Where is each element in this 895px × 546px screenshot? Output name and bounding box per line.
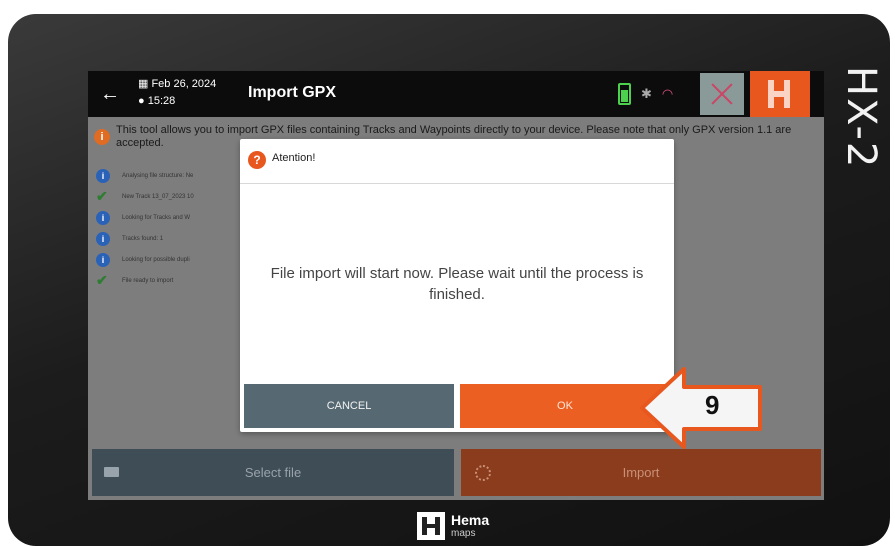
time-text: 15:28 [147, 95, 176, 107]
brand-sub: maps [451, 528, 476, 539]
annotation-arrow-icon [640, 367, 762, 449]
info-icon: i [96, 168, 110, 183]
dialog-message: File import will start now. Please wait … [270, 265, 644, 303]
gps-button[interactable] [700, 73, 744, 115]
log-item: i Looking for Tracks and W [96, 207, 194, 228]
time-display: ● 15:28 [138, 95, 176, 107]
date-text: Feb 26, 2024 [151, 78, 217, 90]
dialog-divider [240, 183, 674, 184]
info-icon: i [96, 231, 110, 246]
log-item-text: Tracks found: 1 [122, 235, 164, 242]
info-icon: i [94, 129, 110, 145]
date-display: ▦ Feb 26, 2024 [138, 78, 217, 90]
import-label: Import [622, 465, 660, 480]
attention-dialog: ? Atention! File import will start now. … [240, 139, 674, 432]
brand-name: Hema [451, 512, 490, 528]
arrow-left-icon[interactable]: ← [100, 83, 120, 106]
info-icon: i [96, 252, 110, 267]
hema-menu-button[interactable] [750, 71, 810, 117]
check-icon: ✔ [96, 272, 108, 288]
check-icon: ✔ [96, 188, 108, 204]
select-file-button[interactable]: Select file [92, 449, 454, 496]
ok-button[interactable]: OK [460, 384, 670, 428]
log-item: i Analysing file structure: Ne [96, 165, 194, 186]
hema-logo-icon [768, 80, 790, 108]
log-item-text: Looking for possible dupli [122, 256, 190, 263]
dialog-title: Atention! [272, 152, 316, 164]
select-file-label: Select file [244, 465, 302, 480]
log-item: ✔ File ready to import [96, 270, 194, 291]
log-item-text: Looking for Tracks and W [122, 214, 191, 221]
battery-icon [618, 83, 631, 105]
import-log: i Analysing file structure: Ne ✔ New Track… [96, 165, 194, 291]
page-title: Import GPX [248, 84, 337, 101]
status-icons: ✱ ◠ [618, 83, 673, 105]
question-icon: ? [248, 151, 266, 169]
log-item: i Looking for possible dupli [96, 249, 194, 270]
top-bar: ← ▦ Feb 26, 2024 ● 15:28 Import GPX ✱ ◠ [88, 71, 824, 117]
bluetooth-icon: ✱ [641, 86, 652, 101]
log-item-text: New Track 13_07_2023 10 [122, 193, 194, 200]
log-item-text: Analysing file structure: Ne [122, 172, 194, 179]
info-icon: i [96, 210, 110, 225]
import-button[interactable]: Import [461, 449, 821, 496]
cancel-button[interactable]: CANCEL [244, 384, 454, 428]
hema-logo-icon [417, 512, 445, 540]
log-item: ✔ New Track 13_07_2023 10 [96, 186, 194, 207]
log-item-text: File ready to import [122, 277, 174, 284]
log-item: i Tracks found: 1 [96, 228, 194, 249]
wifi-icon: ◠ [661, 86, 674, 101]
device-model-label: HX-2 [838, 66, 884, 170]
step-number: 9 [705, 390, 720, 420]
